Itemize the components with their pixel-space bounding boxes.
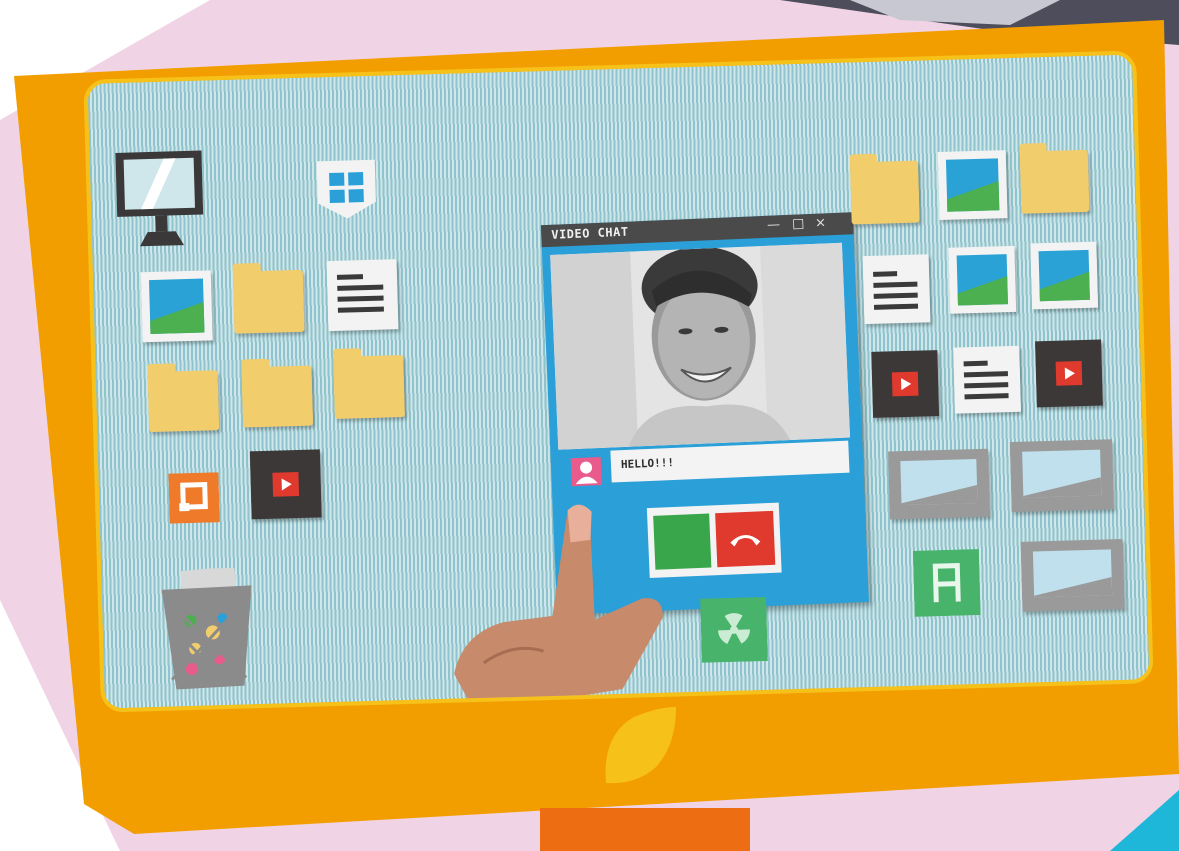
landscape-image-icon[interactable] <box>1009 439 1114 513</box>
music-icon[interactable] <box>168 472 220 524</box>
maximize-button[interactable]: □ <box>792 216 805 232</box>
document-icon[interactable] <box>326 259 399 332</box>
image-icon[interactable] <box>937 150 1008 220</box>
font-icon[interactable] <box>912 549 981 617</box>
folder-icon[interactable] <box>147 370 220 433</box>
video-play-icon[interactable] <box>1035 339 1103 408</box>
folder-icon[interactable] <box>1019 149 1090 214</box>
folder-icon[interactable] <box>333 355 405 419</box>
folder-icon[interactable] <box>849 160 920 225</box>
video-feed <box>550 242 851 450</box>
monitor-icon[interactable] <box>111 148 210 251</box>
radiation-icon[interactable] <box>700 596 768 663</box>
desktop-screen: VIDEO CHAT — □ × HELLO!!! <box>83 50 1154 713</box>
leaf-logo-icon <box>605 707 676 784</box>
chat-title: VIDEO CHAT <box>551 224 629 242</box>
document-icon[interactable] <box>862 254 931 325</box>
folder-icon[interactable] <box>241 365 314 428</box>
video-play-icon[interactable] <box>249 449 322 520</box>
hangup-call-button[interactable] <box>715 510 776 568</box>
image-icon[interactable] <box>140 270 213 343</box>
hand-image <box>454 504 663 713</box>
document-icon[interactable] <box>953 345 1022 414</box>
folder-icon[interactable] <box>232 269 305 334</box>
monitor-stand <box>540 808 750 851</box>
landscape-image-icon[interactable] <box>888 448 990 520</box>
video-play-icon[interactable] <box>871 350 940 418</box>
minimize-button[interactable]: — <box>767 217 781 233</box>
close-button[interactable]: × <box>815 215 827 230</box>
shield-icon[interactable] <box>315 158 379 222</box>
trash-icon[interactable] <box>159 565 256 690</box>
image-icon[interactable] <box>1030 241 1099 310</box>
image-icon[interactable] <box>948 245 1017 314</box>
landscape-image-icon[interactable] <box>1020 538 1125 612</box>
caller-portrait <box>550 242 851 450</box>
phone-hangup-icon <box>730 535 761 547</box>
chat-titlebar[interactable]: VIDEO CHAT — □ × <box>540 212 854 248</box>
